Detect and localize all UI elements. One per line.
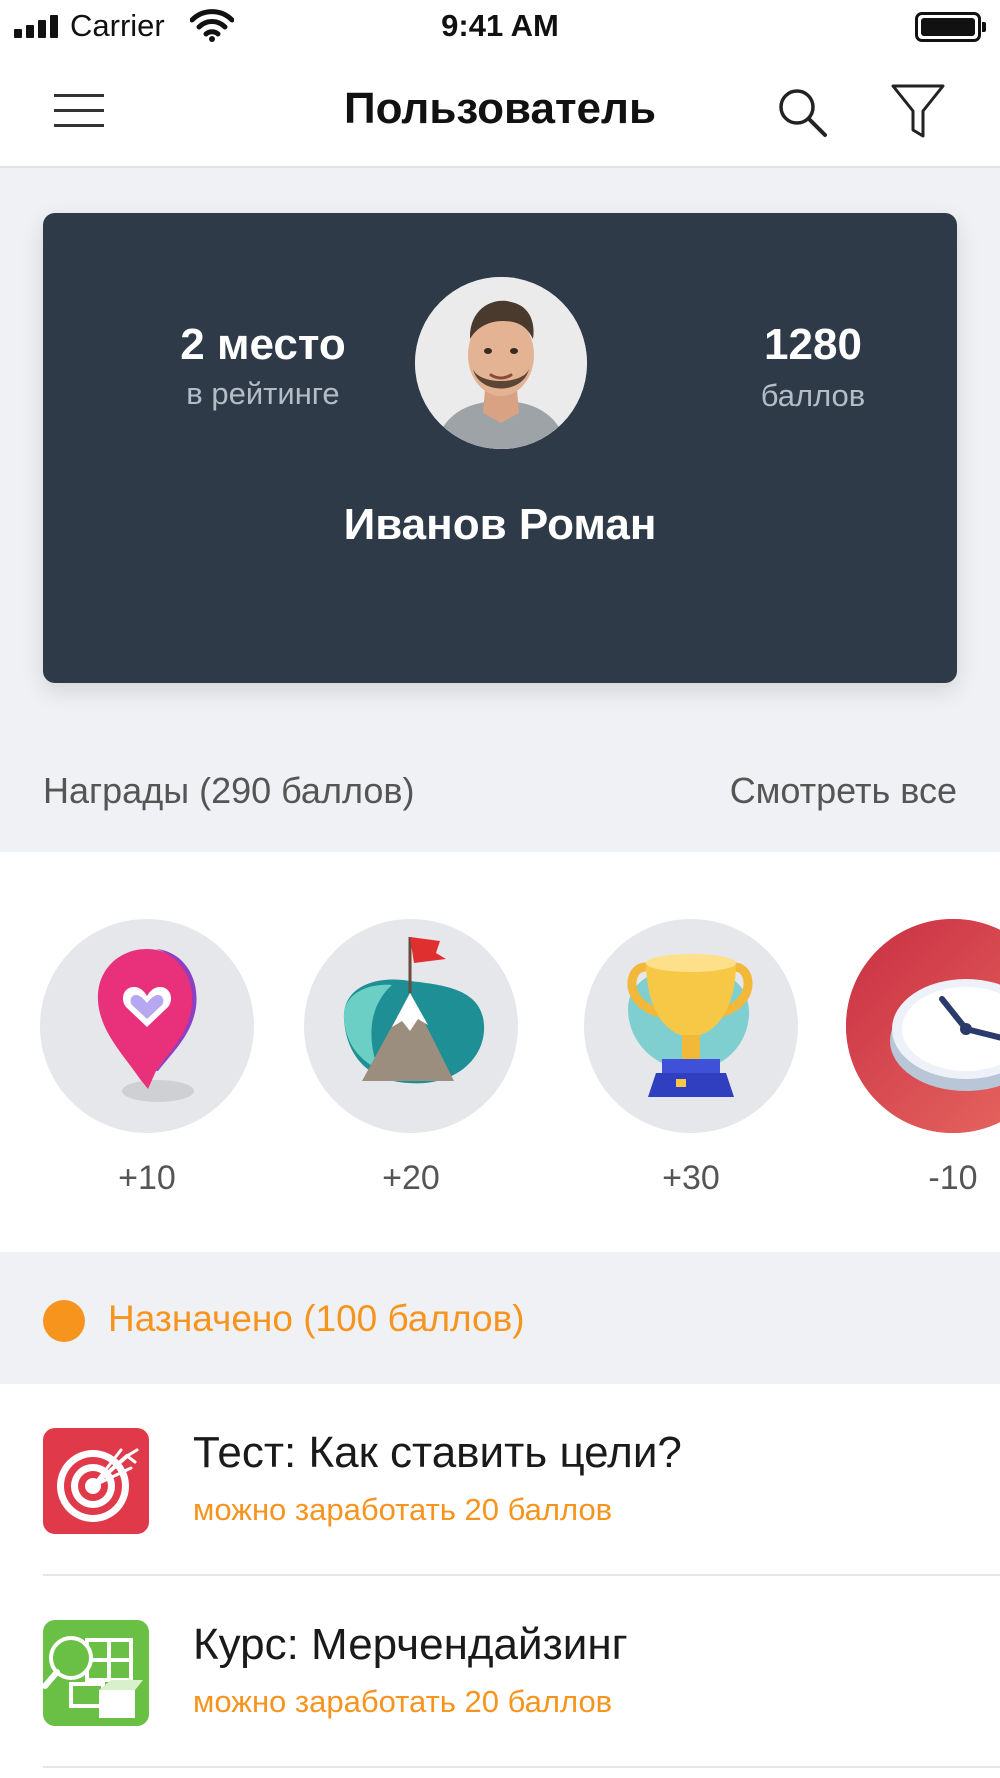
task-list: Тест: Как ставить цели? можно заработать… — [0, 1384, 1000, 1778]
divider — [43, 1766, 1000, 1768]
rewards-header: Награды (290 баллов) Смотреть все — [0, 740, 1000, 850]
heart-pin-icon — [40, 919, 254, 1133]
assigned-title: Назначено (100 баллов) — [108, 1298, 525, 1339]
rewards-strip[interactable]: +10 +20 +30 -10 — [0, 852, 1000, 1252]
profile-card: 2 место в рейтинге 1280 баллов Иванов Ро… — [43, 213, 957, 683]
reward-value: +20 — [382, 1159, 440, 1197]
filter-icon[interactable] — [890, 82, 946, 140]
task-subtitle: можно заработать 20 баллов — [193, 1492, 613, 1527]
list-item[interactable]: Тест: Как ставить цели? можно заработать… — [0, 1384, 1000, 1576]
search-icon[interactable] — [776, 86, 828, 138]
task-subtitle: можно заработать 20 баллов — [193, 1684, 613, 1719]
merchandising-icon — [43, 1620, 149, 1726]
rank-value: 2 место — [180, 320, 346, 369]
see-all-link[interactable]: Смотреть все — [730, 770, 957, 812]
battery-icon — [915, 12, 986, 42]
user-name: Иванов Роман — [343, 500, 657, 549]
clock-icon — [846, 919, 1000, 1133]
reward-item[interactable]: -10 — [846, 919, 1000, 1209]
list-item[interactable]: Курс: Мерчендайзинг можно заработать 20 … — [0, 1576, 1000, 1768]
status-dot-icon — [43, 1300, 85, 1342]
reward-item[interactable]: +10 — [40, 919, 254, 1209]
target-icon — [43, 1428, 149, 1534]
assigned-header: Назначено (100 баллов) — [0, 1252, 1000, 1384]
reward-value: +30 — [662, 1159, 720, 1197]
status-bar: Carrier 9:41 AM — [0, 0, 1000, 52]
task-title: Курс: Мерчендайзинг — [193, 1620, 628, 1669]
reward-value: -10 — [928, 1159, 978, 1197]
status-time: 9:41 AM — [441, 8, 559, 43]
avatar[interactable] — [415, 277, 587, 449]
points-label: баллов — [760, 378, 866, 413]
rewards-title: Награды (290 баллов) — [43, 770, 415, 811]
reward-item[interactable]: +30 — [584, 919, 798, 1209]
mountain-flag-icon — [304, 919, 518, 1133]
page-title: Пользователь — [343, 84, 657, 133]
reward-item[interactable]: +20 — [304, 919, 518, 1209]
reward-value: +10 — [118, 1159, 176, 1197]
trophy-icon — [584, 919, 798, 1133]
points-value: 1280 — [764, 320, 862, 369]
task-title: Тест: Как ставить цели? — [193, 1428, 682, 1477]
nav-bar: Пользователь — [0, 52, 1000, 168]
rank-label: в рейтинге — [186, 376, 340, 411]
